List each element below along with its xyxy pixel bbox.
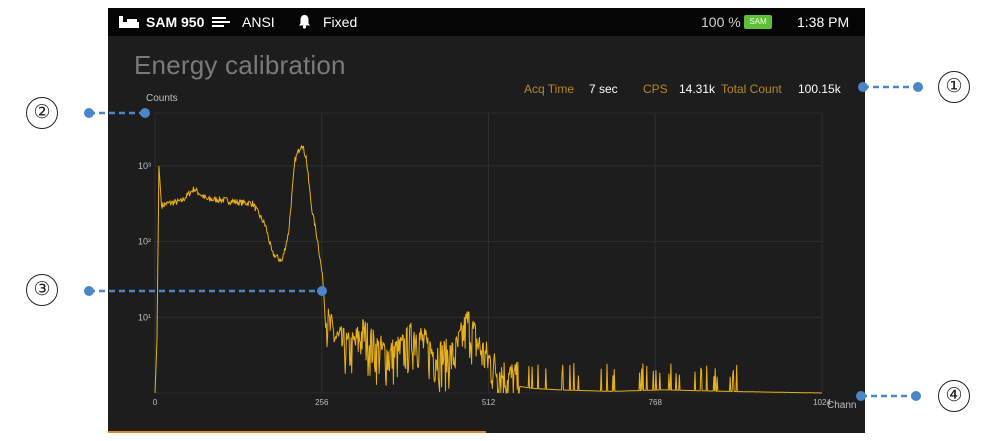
callout-1-line-dot	[913, 82, 923, 92]
callout-2-line-dot	[140, 108, 150, 118]
callout-3-line-dot	[84, 286, 94, 296]
callout-3: ③	[26, 274, 58, 306]
callout-3-line-dot	[317, 286, 327, 296]
callout-1: ①	[938, 71, 970, 103]
callout-4: ④	[938, 380, 970, 412]
callout-2-line-dot	[84, 108, 94, 118]
callout-4-line-dot	[856, 391, 866, 401]
callout-1-line-dot	[858, 82, 868, 92]
callout-4-line-dot	[911, 391, 921, 401]
callout-lines	[84, 82, 923, 401]
callout-2: ②	[26, 97, 58, 129]
